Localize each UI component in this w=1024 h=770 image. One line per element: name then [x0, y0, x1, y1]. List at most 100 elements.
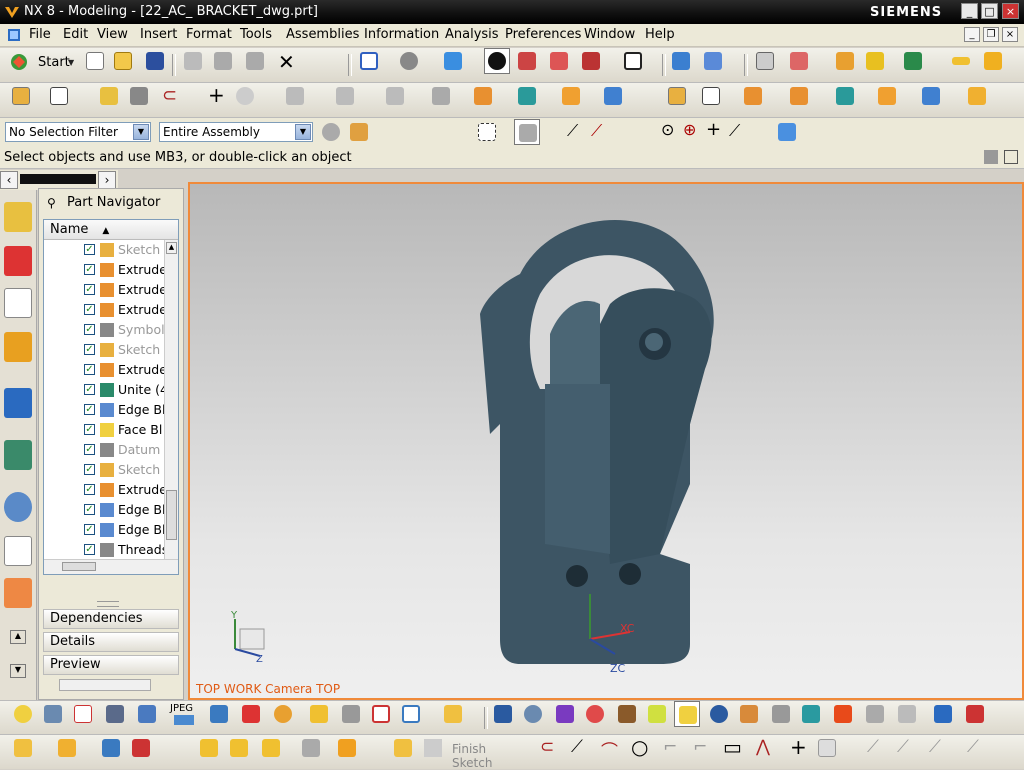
extrude-button[interactable]	[470, 83, 496, 109]
visibility-checkbox[interactable]: ✓	[84, 304, 95, 315]
block-button[interactable]	[558, 83, 584, 109]
constraint-navigator-tab[interactable]	[4, 246, 32, 276]
select-button[interactable]	[832, 48, 858, 74]
hole-button[interactable]	[514, 83, 540, 109]
box-select-button[interactable]	[474, 119, 500, 145]
system-materials-tab[interactable]	[4, 536, 32, 566]
part-navigator-tab[interactable]	[4, 288, 32, 318]
scroll-thumb[interactable]	[62, 562, 96, 571]
analysis-button[interactable]	[900, 48, 926, 74]
camera-button[interactable]	[40, 701, 66, 727]
sketch-derive-button[interactable]	[298, 735, 324, 761]
tree-row[interactable]: ✓ Extrude	[44, 300, 167, 320]
profile-tool-button[interactable]: ⊂	[536, 735, 562, 761]
hidden-edges-button[interactable]	[546, 48, 572, 74]
visibility-checkbox[interactable]: ✓	[84, 424, 95, 435]
circle-tool-button[interactable]: ○	[628, 735, 654, 761]
sketch-curve-button[interactable]	[196, 735, 222, 761]
move-component-button[interactable]	[98, 735, 124, 761]
existing-point-button[interactable]: +	[700, 119, 726, 145]
mesh-button[interactable]	[238, 701, 264, 727]
ruler-button[interactable]	[948, 48, 974, 74]
layer-visible-button[interactable]	[306, 701, 332, 727]
offset-tool-button[interactable]: ⟋	[924, 735, 950, 761]
measure-button[interactable]	[862, 48, 888, 74]
tree-row[interactable]: ✓ Edge Bl	[44, 520, 165, 540]
cut-button[interactable]	[180, 48, 206, 74]
blend-button[interactable]	[874, 83, 900, 109]
tree-row[interactable]: ✓ Sketch	[44, 340, 164, 360]
texture-button[interactable]	[768, 701, 794, 727]
sketch-constraint-button[interactable]	[258, 735, 284, 761]
details-panel[interactable]: Details	[43, 632, 179, 652]
profile-button[interactable]: ⊂	[158, 83, 184, 109]
menu-preferences[interactable]: Preferences	[505, 27, 581, 42]
wireframe-view-button[interactable]	[514, 48, 540, 74]
selection-settings-button[interactable]	[318, 119, 344, 145]
assembly-button[interactable]	[338, 701, 364, 727]
visibility-checkbox[interactable]: ✓	[84, 524, 95, 535]
scroll-right-button[interactable]: ›	[98, 171, 116, 189]
block-red-button[interactable]	[368, 701, 394, 727]
dependencies-panel[interactable]: Dependencies	[43, 609, 179, 629]
annotation-button[interactable]	[674, 701, 700, 727]
mdi-close-button[interactable]: ×	[1002, 27, 1018, 42]
mdi-minimize-button[interactable]: _	[964, 27, 980, 42]
rotate-button[interactable]	[396, 48, 422, 74]
scroll-thumb[interactable]	[166, 490, 177, 540]
studio-button[interactable]	[484, 48, 510, 74]
screen-button[interactable]	[490, 701, 516, 727]
block-blue-button[interactable]	[398, 701, 424, 727]
tree-row[interactable]: ✓ Extrude	[44, 480, 167, 500]
menu-tools[interactable]: Tools	[240, 27, 272, 42]
selection-filter-dropdown[interactable]: No Selection Filter ▼	[5, 122, 151, 142]
maximize-button[interactable]: □	[981, 3, 998, 19]
mid-point-button[interactable]: ⟋	[562, 119, 588, 145]
dots-button[interactable]	[582, 701, 608, 727]
render-style-button[interactable]	[440, 48, 466, 74]
visibility-checkbox[interactable]: ✓	[84, 464, 95, 475]
extend-button[interactable]	[332, 83, 358, 109]
fillet-tool-button[interactable]: ⌐	[658, 735, 684, 761]
selection-scope-dropdown[interactable]: Entire Assembly ▼	[159, 122, 313, 142]
boolean-button[interactable]	[740, 83, 766, 109]
cube-gray-button[interactable]	[862, 701, 888, 727]
info-tab[interactable]	[4, 388, 32, 418]
add-component-button[interactable]	[54, 735, 80, 761]
menu-assemblies[interactable]: Assemblies	[286, 27, 359, 42]
tree-row[interactable]: ✓ Unite (4	[44, 380, 168, 400]
offset-button[interactable]	[382, 83, 408, 109]
delete-button[interactable]: ✕	[272, 48, 298, 74]
finish-sketch-button[interactable]: Finish Sketch	[422, 735, 530, 770]
extend-tool-button[interactable]: ⟋	[892, 735, 918, 761]
decal-button[interactable]	[798, 701, 824, 727]
open-button[interactable]	[110, 48, 136, 74]
export-jpeg-button[interactable]: JPEG	[168, 701, 202, 727]
thread-button[interactable]	[428, 83, 454, 109]
preview-panel[interactable]: Preview	[43, 655, 179, 675]
rectangle-tool-button[interactable]: ▭	[720, 735, 746, 761]
cube-gray2-button[interactable]	[894, 701, 920, 727]
tree-hscroll[interactable]	[44, 559, 178, 574]
visibility-checkbox[interactable]: ✓	[84, 344, 95, 355]
visibility-checkbox[interactable]: ✓	[84, 504, 95, 515]
end-point-button[interactable]	[514, 119, 540, 145]
snap-point-button[interactable]	[346, 119, 372, 145]
assembly-navigator-tab[interactable]	[4, 202, 32, 232]
fullscreen-icon[interactable]	[1004, 150, 1018, 164]
sketch-task-button[interactable]	[664, 83, 690, 109]
pencil-button[interactable]	[980, 48, 1006, 74]
network-button[interactable]	[930, 701, 956, 727]
spline-tool-button[interactable]	[814, 735, 840, 761]
scroll-up-icon[interactable]: ▲	[166, 242, 177, 254]
chamfer-button[interactable]	[918, 83, 944, 109]
wcs-button[interactable]	[786, 48, 812, 74]
line-tool-button[interactable]: ⟋	[566, 735, 592, 761]
menu-window[interactable]: Window	[584, 27, 635, 42]
tree-row[interactable]: ✓ Edge Bl	[44, 400, 165, 420]
scroll-left-button[interactable]: ‹	[0, 171, 18, 189]
arc-tool-button[interactable]: ⌒	[596, 735, 622, 762]
visibility-checkbox[interactable]: ✓	[84, 264, 95, 275]
sketch-project-button[interactable]	[334, 735, 360, 761]
palette-button[interactable]	[270, 701, 296, 727]
